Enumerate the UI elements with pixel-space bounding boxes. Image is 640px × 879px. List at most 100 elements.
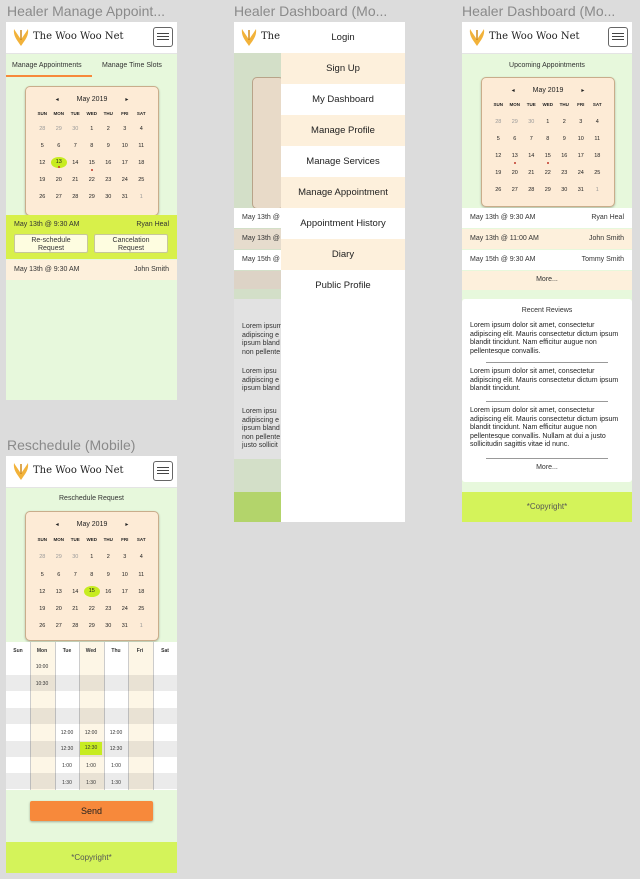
menu-item-manage-profile[interactable]: Manage Profile <box>281 115 405 146</box>
calendar-day[interactable]: 3 <box>117 554 134 560</box>
calendar-day[interactable]: 23 <box>100 606 117 612</box>
calendar-day[interactable]: 28 <box>490 119 507 125</box>
calendar-day[interactable]: 15 <box>540 153 557 164</box>
calendar-day[interactable]: 4 <box>589 119 606 125</box>
calendar-day[interactable]: 25 <box>589 170 606 176</box>
prev-month-button[interactable]: ◂ <box>512 88 515 94</box>
calendar-day[interactable]: 12 <box>34 589 51 597</box>
calendar-day[interactable]: 9 <box>100 572 117 578</box>
calendar-day[interactable]: 14 <box>523 153 540 159</box>
calendar-day[interactable]: 28 <box>523 187 540 193</box>
calendar-day[interactable]: 29 <box>51 554 68 560</box>
calendar-day[interactable]: 1 <box>589 187 606 193</box>
calendar-day[interactable]: 12 <box>34 160 51 168</box>
calendar-day[interactable]: 28 <box>34 126 51 132</box>
calendar-day[interactable]: 5 <box>34 572 51 578</box>
calendar-day[interactable]: 25 <box>133 606 150 612</box>
calendar-day[interactable]: 29 <box>51 126 68 132</box>
calendar-day[interactable]: 28 <box>34 554 51 560</box>
calendar-day[interactable]: 30 <box>67 554 84 560</box>
calendar-day[interactable]: 23 <box>556 170 573 176</box>
calendar-day[interactable]: 17 <box>117 589 134 597</box>
calendar-day[interactable]: 7 <box>67 143 84 149</box>
calendar-day[interactable]: 5 <box>34 143 51 149</box>
menu-item-my-dashboard[interactable]: My Dashboard <box>281 84 405 115</box>
next-month-button[interactable]: ▸ <box>125 97 128 103</box>
menu-item-sign-up[interactable]: Sign Up <box>281 53 405 84</box>
calendar-day[interactable]: 30 <box>556 187 573 193</box>
time-slot[interactable]: 1:30 <box>79 780 103 786</box>
calendar-day[interactable]: 11 <box>589 136 606 142</box>
calendar-day[interactable]: 6 <box>51 143 68 149</box>
time-slot[interactable]: 12:00 <box>104 730 128 736</box>
calendar-day[interactable]: 10 <box>117 572 134 578</box>
calendar-day[interactable]: 11 <box>133 143 150 149</box>
menu-item-public-profile[interactable]: Public Profile <box>281 270 405 301</box>
calendar-day[interactable]: 23 <box>100 177 117 183</box>
hamburger-menu-icon[interactable] <box>153 461 173 481</box>
calendar-day[interactable]: 13 <box>51 589 68 597</box>
calendar-day[interactable]: 31 <box>117 623 134 629</box>
calendar-day[interactable]: 22 <box>84 177 101 183</box>
calendar-day[interactable]: 29 <box>540 187 557 193</box>
time-slot[interactable]: 1:00 <box>79 763 103 769</box>
calendar-day[interactable]: 5 <box>490 136 507 142</box>
calendar-day[interactable]: 12 <box>490 153 507 159</box>
calendar-day[interactable]: 21 <box>67 177 84 183</box>
prev-month-button[interactable]: ◂ <box>56 97 59 103</box>
time-slot[interactable]: 10:30 <box>30 681 54 687</box>
calendar-day[interactable]: 10 <box>573 136 590 142</box>
prev-month-button[interactable]: ◂ <box>56 522 59 528</box>
calendar-day[interactable]: 14 <box>67 160 84 168</box>
time-slot[interactable]: 12:30 <box>104 746 128 752</box>
more-reviews-link[interactable]: More... <box>462 464 632 471</box>
time-slot[interactable]: 12:00 <box>79 730 103 736</box>
appointment-row[interactable]: May 13th @ 9:30 AM John Smith <box>6 260 177 280</box>
calendar-day[interactable]: 27 <box>507 187 524 193</box>
calendar-day[interactable]: 3 <box>117 126 134 132</box>
calendar-day[interactable]: 1 <box>540 119 557 125</box>
calendar-day[interactable]: 30 <box>523 119 540 125</box>
calendar-day[interactable]: 6 <box>51 572 68 578</box>
calendar-day[interactable]: 30 <box>67 126 84 132</box>
calendar-day[interactable]: 27 <box>51 623 68 629</box>
send-button[interactable]: Send <box>30 801 153 821</box>
calendar-day[interactable]: 21 <box>523 170 540 176</box>
calendar-day[interactable]: 6 <box>507 136 524 142</box>
calendar-day[interactable]: 29 <box>507 119 524 125</box>
calendar-day[interactable]: 2 <box>100 554 117 560</box>
calendar-day[interactable]: 10 <box>117 143 134 149</box>
calendar-day[interactable]: 7 <box>67 572 84 578</box>
menu-item-login[interactable]: Login <box>281 22 405 53</box>
calendar-day[interactable]: 13 <box>507 153 524 164</box>
menu-item-manage-appointment[interactable]: Manage Appointment <box>281 177 405 208</box>
calendar-day[interactable]: 16 <box>100 589 117 597</box>
cancelation-request-button[interactable]: Cancelation Request <box>94 234 168 253</box>
time-slot[interactable]: 1:00 <box>104 763 128 769</box>
next-month-button[interactable]: ▸ <box>581 88 584 94</box>
calendar-day[interactable]: 29 <box>84 194 101 200</box>
reschedule-request-button[interactable]: Re-schedule Request <box>14 234 88 253</box>
calendar-day[interactable]: 22 <box>84 606 101 612</box>
calendar-day[interactable]: 22 <box>540 170 557 176</box>
calendar-day[interactable]: 31 <box>117 194 134 200</box>
calendar-day[interactable]: 19 <box>34 606 51 612</box>
hamburger-menu-icon[interactable] <box>153 27 173 47</box>
calendar-day[interactable]: 16 <box>556 153 573 159</box>
calendar-day[interactable]: 1 <box>133 194 150 200</box>
calendar-day[interactable]: 17 <box>117 160 134 168</box>
calendar-day[interactable]: 20 <box>507 170 524 176</box>
calendar-day[interactable]: 18 <box>589 153 606 159</box>
appointment-row[interactable]: May 13th @ 11:00 AM John Smith <box>462 229 632 249</box>
calendar-day-selected[interactable]: 13 <box>50 157 67 168</box>
calendar-day[interactable]: 16 <box>100 160 117 168</box>
time-slot[interactable]: 12:30 <box>55 746 79 752</box>
menu-item-appointment-history[interactable]: Appointment History <box>281 208 405 239</box>
calendar-day[interactable]: 7 <box>523 136 540 142</box>
calendar-day[interactable]: 31 <box>573 187 590 193</box>
calendar-day[interactable]: 8 <box>540 136 557 142</box>
calendar-day[interactable]: 24 <box>117 606 134 612</box>
calendar-day[interactable]: 4 <box>133 126 150 132</box>
time-slot[interactable]: 10:00 <box>30 664 54 670</box>
calendar-day[interactable]: 9 <box>556 136 573 142</box>
